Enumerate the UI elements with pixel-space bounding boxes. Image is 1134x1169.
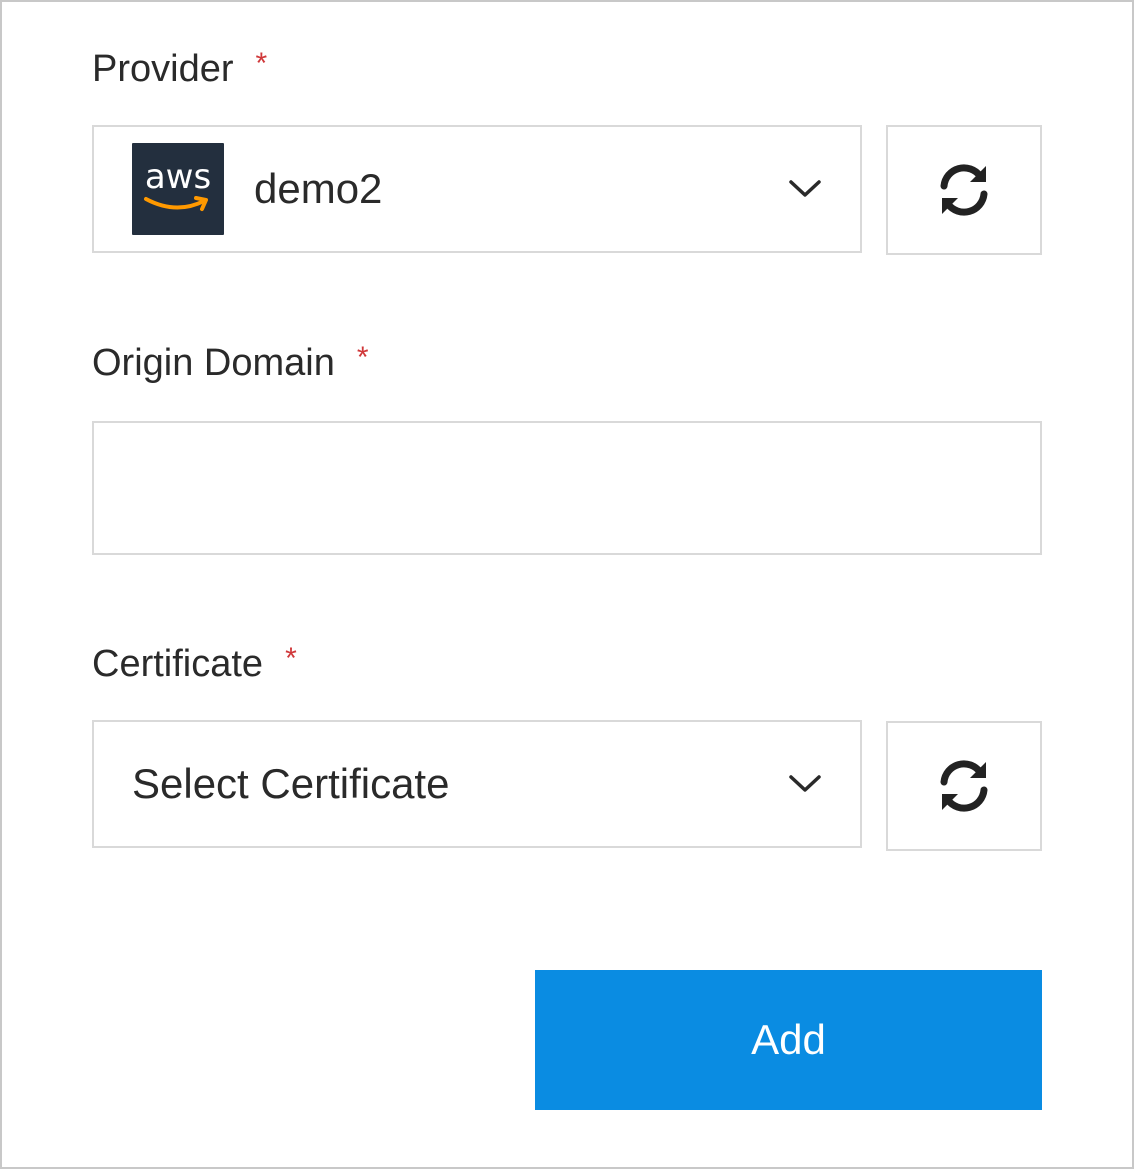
- refresh-icon: [940, 164, 988, 216]
- aws-logo-text: aws: [144, 157, 212, 197]
- origin-domain-label: Origin Domain *: [92, 341, 369, 385]
- provider-label: Provider *: [92, 47, 268, 91]
- provider-refresh-button[interactable]: [886, 125, 1042, 255]
- certificate-required-mark: *: [285, 642, 297, 675]
- provider-label-text: Provider: [92, 48, 234, 90]
- aws-smile-icon: [144, 196, 208, 211]
- aws-logo-icon: aws: [132, 143, 224, 235]
- certificate-label: Certificate *: [92, 642, 297, 686]
- origin-domain-label-text: Origin Domain: [92, 342, 335, 384]
- refresh-icon: [940, 760, 988, 812]
- origin-domain-input[interactable]: [94, 423, 1040, 553]
- add-button[interactable]: Add: [535, 970, 1042, 1110]
- provider-selected-value: demo2: [254, 165, 383, 212]
- form-panel: Provider * aws demo2 Origin Domain * Cert: [0, 0, 1134, 1169]
- provider-select[interactable]: aws demo2: [92, 125, 862, 253]
- origin-domain-required-mark: *: [356, 341, 369, 374]
- origin-domain-field[interactable]: [92, 421, 1042, 555]
- certificate-select[interactable]: Select Certificate: [92, 720, 862, 848]
- certificate-refresh-button[interactable]: [886, 721, 1042, 851]
- certificate-label-text: Certificate: [92, 643, 264, 685]
- chevron-down-icon: [789, 180, 821, 197]
- provider-required-mark: *: [255, 47, 268, 80]
- certificate-selected-value: Select Certificate: [132, 760, 450, 807]
- chevron-down-icon: [789, 775, 821, 792]
